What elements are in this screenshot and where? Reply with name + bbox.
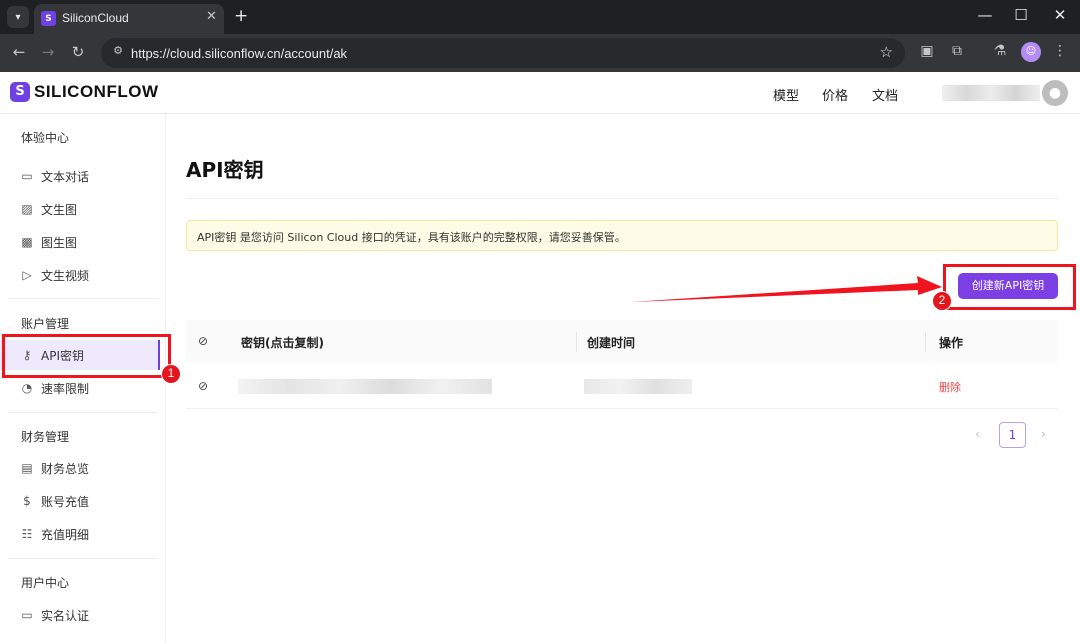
annotation-arrow	[631, 276, 942, 302]
annotation-arrow-shape	[631, 276, 942, 302]
